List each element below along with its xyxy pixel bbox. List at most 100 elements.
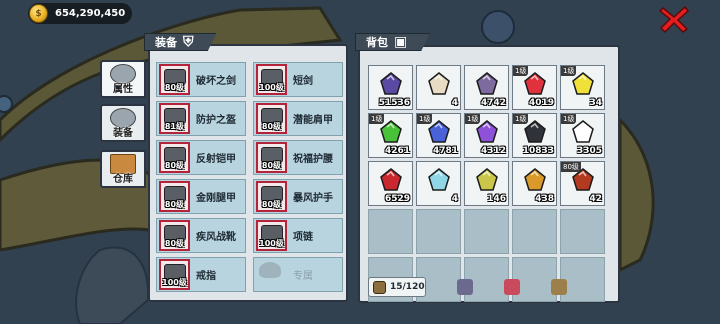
item-tier-badge: 1级 [465, 114, 481, 124]
item-count: 10833 [522, 146, 554, 156]
equipment-item-icon: 80级 [256, 142, 287, 173]
equipment-slot[interactable]: 81级 防护之盔 [156, 101, 246, 136]
item-count: 3305 [576, 146, 602, 156]
sidebar-item-attributes[interactable]: 属性 [100, 60, 146, 98]
amethyst-cluster-icon [476, 72, 498, 95]
equipment-slot[interactable]: 80级 破坏之剑 [156, 62, 246, 97]
backpack-item[interactable]: 1级 4312 [464, 113, 509, 158]
treasure-chest-icon [524, 168, 546, 191]
item-count: 4781 [432, 146, 458, 156]
equipment-slot[interactable]: 80级 反射铠甲 [156, 140, 246, 175]
backpack-item[interactable]: 1级 4781 [416, 113, 461, 158]
item-tier-badge: 1级 [417, 114, 433, 124]
backpack-item[interactable]: 51536 [368, 65, 413, 110]
close-icon[interactable] [658, 4, 690, 34]
backpack-item[interactable]: 146 [464, 161, 509, 206]
equipment-slot[interactable]: 100级 戒指 [156, 257, 246, 292]
equipment-level: 100级 [259, 239, 284, 248]
item-tier-badge: 1级 [561, 66, 577, 76]
equipment-slot[interactable]: 80级 金刚腿甲 [156, 179, 246, 214]
backpack-item[interactable]: 1级 4019 [512, 65, 557, 110]
equipment-level: 80级 [261, 122, 282, 131]
empty-slot[interactable] [464, 209, 509, 254]
equipment-name: 暴风护手 [293, 193, 333, 204]
equipment-name: 破坏之剑 [196, 76, 236, 87]
sidebar-item-label: 仓库 [113, 173, 133, 185]
equipment-name: 反射铠甲 [196, 154, 236, 165]
gold-amount: 654,290,450 [55, 8, 126, 19]
equipment-name: 专属 [293, 271, 313, 282]
backpack-toolbar: 15/120 [362, 275, 616, 299]
backpack-item[interactable]: 4 [416, 161, 461, 206]
backpack-item[interactable]: 80级 42 [560, 161, 605, 206]
backpack-item[interactable]: 1级 3305 [560, 113, 605, 158]
backpack-item[interactable]: 6529 [368, 161, 413, 206]
backpack-item[interactable]: 1级 4261 [368, 113, 413, 158]
equipment-level: 100级 [162, 278, 187, 287]
item-count: 42 [589, 194, 602, 204]
backpack-item[interactable]: 4 [416, 65, 461, 110]
empty-slot[interactable] [368, 209, 413, 254]
equipment-level: 80级 [261, 200, 282, 209]
red-potion-icon [380, 168, 402, 191]
equipment-level: 80级 [164, 83, 185, 92]
sort-icon[interactable] [457, 279, 473, 295]
backpack-item[interactable]: 438 [512, 161, 557, 206]
equipment-item-icon: 80级 [159, 64, 190, 95]
equipment-slot[interactable]: 100级 项链 [253, 218, 343, 253]
gem-filter-icon[interactable] [504, 279, 520, 295]
equipment-slot[interactable]: 100级 短剑 [253, 62, 343, 97]
sidebar-item-label: 装备 [113, 127, 133, 139]
item-tier-badge: 1级 [513, 114, 529, 124]
equipment-tab-label: 装备 [155, 36, 177, 49]
item-tier-badge: 1级 [369, 114, 385, 124]
equipment-name: 金刚腿甲 [196, 193, 236, 204]
blue-amulet-icon [428, 168, 450, 191]
item-count: 146 [487, 194, 506, 204]
backpack-item[interactable]: 1级 34 [560, 65, 605, 110]
backpack-tab-label: 背包 [366, 36, 388, 49]
armor-icon: ⛨ [183, 34, 194, 50]
capacity-text: 15/120 [390, 282, 425, 292]
equipment-level: 80级 [164, 200, 185, 209]
backpack-item[interactable]: 1级 10833 [512, 113, 557, 158]
backpack-panel: 51536 4 4742 1级 4019 1级 34 1级 4261 1级 4781 1级 4312 1级… [358, 45, 620, 303]
equipment-item-icon: 80级 [159, 220, 190, 251]
material-filter-icon[interactable] [551, 279, 567, 295]
empty-slot[interactable] [560, 209, 605, 254]
coin-icon: $ [29, 4, 48, 23]
sidebar-item-label: 属性 [113, 83, 133, 95]
equipment-item-icon: 100级 [256, 220, 287, 251]
item-count: 438 [535, 194, 554, 204]
empty-slot[interactable] [512, 209, 557, 254]
equipment-tab[interactable]: 装备 ⛨ [144, 33, 217, 51]
item-tier-badge: 80级 [561, 162, 581, 172]
equipment-item-icon: 80级 [256, 103, 287, 134]
equipment-slot[interactable]: 80级 疾风战靴 [156, 218, 246, 253]
equipment-name: 项链 [293, 232, 313, 243]
item-count: 4312 [480, 146, 506, 156]
equipment-item-icon: 80级 [256, 181, 287, 212]
equipment-level: 100级 [259, 83, 284, 92]
empty-slot[interactable] [416, 209, 461, 254]
equipment-item-icon [256, 259, 287, 290]
equipment-slot[interactable]: 专属 [253, 257, 343, 292]
equipment-panel: 80级 破坏之剑 100级 短剑 81级 防护之盔 80级 潜能肩甲 80级 反射铠甲 80级 祝福护… [148, 44, 348, 302]
item-count: 6529 [384, 194, 410, 204]
item-count: 51536 [378, 98, 410, 108]
sidebar-item-equipment[interactable]: 装备 [100, 104, 146, 142]
backpack-tab[interactable]: 背包 ▣ [355, 33, 431, 51]
equipment-slot[interactable]: 80级 祝福护腰 [253, 140, 343, 175]
backpack-icon: ▣ [394, 34, 408, 50]
equipment-name: 防护之盔 [196, 115, 236, 126]
equipment-slot[interactable]: 80级 潜能肩甲 [253, 101, 343, 136]
item-count: 34 [589, 98, 602, 108]
sidebar-item-warehouse[interactable]: 仓库 [100, 150, 146, 188]
equipment-item-icon: 100级 [256, 64, 287, 95]
equipment-slot[interactable]: 80级 暴风护手 [253, 179, 343, 214]
backpack-item[interactable]: 4742 [464, 65, 509, 110]
equipment-level: 80级 [261, 161, 282, 170]
chest-event-icon[interactable] [481, 10, 515, 44]
item-count: 4261 [384, 146, 410, 156]
equipment-item-icon: 100级 [159, 259, 190, 290]
